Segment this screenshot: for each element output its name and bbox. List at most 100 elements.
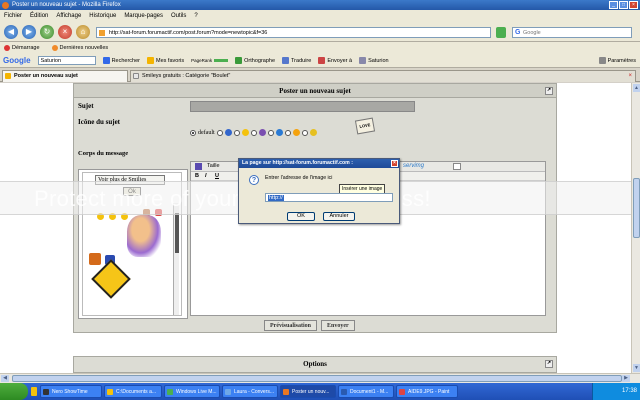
folder-icon <box>107 389 113 395</box>
icon-radio[interactable] <box>267 129 274 136</box>
tab-new-topic[interactable]: Poster un nouveau sujet <box>2 70 128 82</box>
menu-view[interactable]: Affichage <box>56 13 81 19</box>
taskbar-paint[interactable]: AIDE9.JPG - Paint <box>396 385 458 398</box>
taskbar-explorer[interactable]: C:\Documents a... <box>104 385 162 398</box>
account-button[interactable]: Saturion <box>359 57 389 64</box>
window-title: Poster un nouveau sujet - Mozilla Firefo… <box>12 2 121 8</box>
font-size-select[interactable]: Taille <box>207 163 220 169</box>
menu-file[interactable]: Fichier <box>4 13 22 19</box>
word-icon <box>341 389 347 395</box>
page-vertical-scrollbar[interactable]: ▲ ▼ <box>631 83 640 373</box>
url-field[interactable]: http://sat-forum.forumactif.com/post.for… <box>96 27 491 38</box>
taskbar-conversation[interactable]: Laura - Convers... <box>222 385 278 398</box>
chat-icon <box>225 389 231 395</box>
gear-icon <box>598 57 606 64</box>
expand-icon[interactable]: ↗ <box>545 360 553 368</box>
user-icon <box>359 57 367 64</box>
quicklaunch-icon[interactable] <box>31 387 37 396</box>
taskbar-firefox[interactable]: Poster un nouv... <box>280 385 336 398</box>
icon-radio[interactable] <box>301 129 308 136</box>
scroll-thumb[interactable] <box>633 178 640 238</box>
taskbar-word[interactable]: Document1 - M... <box>338 385 394 398</box>
bold-button[interactable]: B <box>195 173 199 179</box>
warning-sign-icon[interactable] <box>91 259 131 299</box>
taskbar-nero[interactable]: Nero ShowTime <box>40 385 102 398</box>
smiley-icon[interactable] <box>89 253 101 265</box>
menu-history[interactable]: Historique <box>89 13 116 19</box>
form-header: Poster un nouveau sujet ↗ <box>74 84 556 98</box>
bookmark-getting-started[interactable]: Démarrage <box>4 45 40 51</box>
character-smiley-icon[interactable] <box>127 215 161 257</box>
icon-default-label: default <box>198 129 215 136</box>
submit-button[interactable]: Envoyer <box>321 320 355 331</box>
google-favorites-button[interactable]: Mes favoris <box>147 57 184 64</box>
taskbar-windows-live[interactable]: Windows Live M... <box>164 385 220 398</box>
start-button[interactable] <box>0 383 28 400</box>
menu-bookmarks[interactable]: Marque-pages <box>124 13 163 19</box>
expand-icon[interactable]: ↗ <box>545 87 553 95</box>
scroll-down-icon[interactable]: ▼ <box>633 364 640 372</box>
stop-icon[interactable]: × <box>58 25 72 39</box>
subject-input[interactable] <box>190 101 415 112</box>
translate-button[interactable]: Traduire <box>282 57 311 64</box>
reload-icon[interactable]: ↻ <box>40 25 54 39</box>
image-url-input[interactable]: http:// <box>265 193 393 202</box>
topic-icon-options: default <box>190 129 317 136</box>
scroll-right-icon[interactable]: ▶ <box>622 375 630 382</box>
font-icon[interactable] <box>195 163 202 170</box>
firefox-icon <box>283 389 289 395</box>
icon-radio[interactable] <box>250 129 257 136</box>
tab-smileys[interactable]: Smileys gratuits : Catégorie "Boulet" × <box>130 70 636 82</box>
icon-radio[interactable] <box>216 129 223 136</box>
search-input[interactable]: G Google <box>512 27 632 38</box>
underline-button[interactable]: U <box>215 173 219 179</box>
page-horizontal-scrollbar[interactable]: ◀ ▶ <box>0 373 640 383</box>
icon-radio-default[interactable] <box>190 129 196 136</box>
home-icon[interactable]: ⌂ <box>76 25 90 39</box>
dialog-cancel-button[interactable]: Annuler <box>323 212 355 221</box>
image-url-dialog: La page sur http://sat-forum.forumactif.… <box>238 158 400 224</box>
back-icon[interactable]: ◀ <box>4 25 18 39</box>
tab-strip: Poster un nouveau sujet Smileys gratuits… <box>0 68 640 82</box>
source-mode-icon[interactable] <box>453 163 461 170</box>
icon-radio[interactable] <box>284 129 291 136</box>
close-button[interactable]: × <box>629 1 638 9</box>
maximize-button[interactable]: □ <box>619 1 628 9</box>
bookmark-latest-news[interactable]: Dernières nouvelles <box>51 45 108 51</box>
icon-radio[interactable] <box>233 129 240 136</box>
translate-icon <box>282 57 290 64</box>
search-icon <box>102 57 110 64</box>
forward-icon[interactable]: ▶ <box>22 25 36 39</box>
preview-button[interactable]: Prévisualisation <box>264 320 318 331</box>
google-search-icon: G <box>515 29 521 36</box>
dialog-close-icon[interactable]: × <box>391 160 398 167</box>
app-icon <box>43 389 49 395</box>
servimg-logo[interactable]: servimg <box>403 163 424 169</box>
scroll-left-icon[interactable]: ◀ <box>1 375 9 382</box>
image-url-value: http:// <box>268 195 284 201</box>
smiley-icon <box>275 129 283 136</box>
star-icon <box>147 57 154 64</box>
italic-button[interactable]: I <box>205 173 207 179</box>
scroll-up-icon[interactable]: ▲ <box>633 84 640 92</box>
menu-tools[interactable]: Outils <box>171 13 186 19</box>
send-to-button[interactable]: Envoyer à <box>318 57 352 64</box>
scroll-thumb[interactable] <box>12 375 622 382</box>
minimize-button[interactable]: _ <box>609 1 618 9</box>
close-tab-icon[interactable]: × <box>628 71 632 82</box>
bookmark-icon <box>4 45 10 51</box>
dialog-titlebar: La page sur http://sat-forum.forumactif.… <box>239 159 399 168</box>
google-search-button[interactable]: Rechercher <box>102 57 140 64</box>
smiley-icon <box>292 129 300 136</box>
firefox-icon <box>2 2 9 9</box>
bookmarks-toolbar: Démarrage Dernières nouvelles <box>0 42 640 54</box>
menu-help[interactable]: ? <box>194 13 197 19</box>
settings-button[interactable]: Paramètres <box>598 57 636 64</box>
spellcheck-button[interactable]: Orthographe <box>235 57 275 64</box>
google-profile-select[interactable]: Saturion <box>37 56 96 65</box>
go-button[interactable] <box>496 27 506 38</box>
dialog-ok-button[interactable]: OK <box>287 212 315 221</box>
clock[interactable]: 17:38 <box>622 388 637 394</box>
smilies-scrollbar[interactable] <box>173 203 179 315</box>
menu-edit[interactable]: Édition <box>30 13 48 19</box>
